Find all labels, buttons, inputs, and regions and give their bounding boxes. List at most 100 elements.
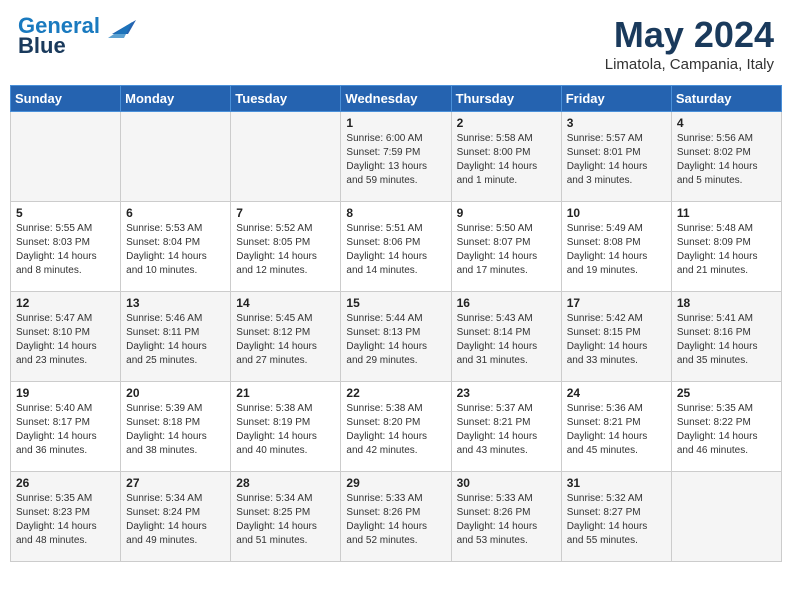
day-number: 26	[16, 476, 115, 490]
calendar-cell	[121, 112, 231, 202]
day-content: Sunrise: 5:45 AM Sunset: 8:12 PM Dayligh…	[236, 312, 335, 368]
calendar-cell: 17Sunrise: 5:42 AM Sunset: 8:15 PM Dayli…	[561, 292, 671, 382]
header-thursday: Thursday	[451, 86, 561, 112]
day-number: 17	[567, 296, 666, 310]
day-number: 4	[677, 116, 776, 130]
calendar-cell: 14 Sunrise: 5:45 AM Sunset: 8:12 PM Dayli…	[231, 292, 341, 382]
location-text: Limatola, Campania, Italy	[605, 56, 774, 73]
header-friday: Friday	[561, 86, 671, 112]
day-content: Sunrise: 5:37 AM Sunset: 8:21 PM Dayligh…	[457, 402, 556, 458]
calendar-cell: 8 Sunrise: 5:51 AM Sunset: 8:06 PM Daylig…	[341, 202, 451, 292]
day-content: Sunrise: 5:48 AM Sunset: 8:09 PM Dayligh…	[677, 222, 776, 278]
calendar-cell: 5 Sunrise: 5:55 AM Sunset: 8:03 PM Daylig…	[11, 202, 121, 292]
calendar-cell: 21 Sunrise: 5:38 AM Sunset: 8:19 PM Dayli…	[231, 382, 341, 472]
day-number: 21	[236, 386, 335, 400]
day-number: 13	[126, 296, 225, 310]
day-number: 18	[677, 296, 776, 310]
day-content: Sunrise: 5:46 AM Sunset: 8:11 PM Dayligh…	[126, 312, 225, 368]
header-monday: Monday	[121, 86, 231, 112]
logo: General Blue	[18, 14, 136, 58]
calendar-week-row: 12 Sunrise: 5:47 AM Sunset: 8:10 PM Dayli…	[11, 292, 782, 382]
day-content: Sunrise: 5:56 AM Sunset: 8:02 PM Dayligh…	[677, 132, 776, 188]
day-content: Sunrise: 5:34 AM Sunset: 8:24 PM Dayligh…	[126, 492, 225, 548]
day-content: Sunrise: 5:47 AM Sunset: 8:10 PM Dayligh…	[16, 312, 115, 368]
day-number: 15	[346, 296, 445, 310]
day-number: 20	[126, 386, 225, 400]
day-content: Sunrise: 5:33 AM Sunset: 8:26 PM Dayligh…	[457, 492, 556, 548]
day-content: Sunrise: 5:51 AM Sunset: 8:06 PM Dayligh…	[346, 222, 445, 278]
day-content: Sunrise: 5:57 AM Sunset: 8:01 PM Dayligh…	[567, 132, 666, 188]
header-wednesday: Wednesday	[341, 86, 451, 112]
day-number: 28	[236, 476, 335, 490]
day-content: Sunrise: 5:43 AM Sunset: 8:14 PM Dayligh…	[457, 312, 556, 368]
calendar-cell: 12 Sunrise: 5:47 AM Sunset: 8:10 PM Dayli…	[11, 292, 121, 382]
day-content: Sunrise: 5:44 AM Sunset: 8:13 PM Dayligh…	[346, 312, 445, 368]
calendar-cell: 3 Sunrise: 5:57 AM Sunset: 8:01 PM Daylig…	[561, 112, 671, 202]
day-content: Sunrise: 5:35 AM Sunset: 8:23 PM Dayligh…	[16, 492, 115, 548]
calendar-cell: 2 Sunrise: 5:58 AM Sunset: 8:00 PM Daylig…	[451, 112, 561, 202]
calendar-cell: 18Sunrise: 5:41 AM Sunset: 8:16 PM Dayli…	[671, 292, 781, 382]
day-number: 11	[677, 206, 776, 220]
calendar-cell: 13 Sunrise: 5:46 AM Sunset: 8:11 PM Dayli…	[121, 292, 231, 382]
day-number: 5	[16, 206, 115, 220]
calendar-cell: 25 Sunrise: 5:35 AM Sunset: 8:22 PM Dayli…	[671, 382, 781, 472]
header-saturday: Saturday	[671, 86, 781, 112]
day-content: Sunrise: 5:38 AM Sunset: 8:20 PM Dayligh…	[346, 402, 445, 458]
calendar-cell: 24 Sunrise: 5:36 AM Sunset: 8:21 PM Dayli…	[561, 382, 671, 472]
calendar-cell	[11, 112, 121, 202]
day-number: 8	[346, 206, 445, 220]
day-content: Sunrise: 5:58 AM Sunset: 8:00 PM Dayligh…	[457, 132, 556, 188]
day-content: Sunrise: 5:40 AM Sunset: 8:17 PM Dayligh…	[16, 402, 115, 458]
day-content: Sunrise: 5:52 AM Sunset: 8:05 PM Dayligh…	[236, 222, 335, 278]
calendar-cell: 4 Sunrise: 5:56 AM Sunset: 8:02 PM Daylig…	[671, 112, 781, 202]
calendar-cell: 19 Sunrise: 5:40 AM Sunset: 8:17 PM Dayli…	[11, 382, 121, 472]
day-number: 7	[236, 206, 335, 220]
calendar-cell: 28 Sunrise: 5:34 AM Sunset: 8:25 PM Dayli…	[231, 472, 341, 562]
day-number: 3	[567, 116, 666, 130]
day-number: 31	[567, 476, 666, 490]
calendar-cell: 31 Sunrise: 5:32 AM Sunset: 8:27 PM Dayli…	[561, 472, 671, 562]
header-sunday: Sunday	[11, 86, 121, 112]
calendar-cell: 30Sunrise: 5:33 AM Sunset: 8:26 PM Dayli…	[451, 472, 561, 562]
calendar-cell: 10Sunrise: 5:49 AM Sunset: 8:08 PM Dayli…	[561, 202, 671, 292]
day-content: Sunrise: 5:55 AM Sunset: 8:03 PM Dayligh…	[16, 222, 115, 278]
day-number: 9	[457, 206, 556, 220]
calendar-cell: 22 Sunrise: 5:38 AM Sunset: 8:20 PM Dayli…	[341, 382, 451, 472]
calendar-cell: 29Sunrise: 5:33 AM Sunset: 8:26 PM Dayli…	[341, 472, 451, 562]
calendar-week-row: 5 Sunrise: 5:55 AM Sunset: 8:03 PM Daylig…	[11, 202, 782, 292]
logo-wing-icon	[108, 16, 136, 38]
day-number: 27	[126, 476, 225, 490]
calendar-cell: 27 Sunrise: 5:34 AM Sunset: 8:24 PM Dayli…	[121, 472, 231, 562]
day-content: Sunrise: 5:50 AM Sunset: 8:07 PM Dayligh…	[457, 222, 556, 278]
day-number: 23	[457, 386, 556, 400]
day-number: 25	[677, 386, 776, 400]
day-content: Sunrise: 5:38 AM Sunset: 8:19 PM Dayligh…	[236, 402, 335, 458]
day-content: Sunrise: 5:34 AM Sunset: 8:25 PM Dayligh…	[236, 492, 335, 548]
calendar-week-row: 1Sunrise: 6:00 AM Sunset: 7:59 PM Daylig…	[11, 112, 782, 202]
day-number: 24	[567, 386, 666, 400]
day-number: 19	[16, 386, 115, 400]
day-number: 6	[126, 206, 225, 220]
calendar-header-row: SundayMondayTuesdayWednesdayThursdayFrid…	[11, 86, 782, 112]
day-content: Sunrise: 5:53 AM Sunset: 8:04 PM Dayligh…	[126, 222, 225, 278]
day-number: 14	[236, 296, 335, 310]
title-section: May 2024 Limatola, Campania, Italy	[605, 14, 774, 73]
calendar-cell: 23 Sunrise: 5:37 AM Sunset: 8:21 PM Dayli…	[451, 382, 561, 472]
calendar-cell: 11 Sunrise: 5:48 AM Sunset: 8:09 PM Dayli…	[671, 202, 781, 292]
calendar-cell: 26 Sunrise: 5:35 AM Sunset: 8:23 PM Dayli…	[11, 472, 121, 562]
day-content: Sunrise: 5:32 AM Sunset: 8:27 PM Dayligh…	[567, 492, 666, 548]
day-content: Sunrise: 5:35 AM Sunset: 8:22 PM Dayligh…	[677, 402, 776, 458]
day-content: Sunrise: 5:36 AM Sunset: 8:21 PM Dayligh…	[567, 402, 666, 458]
calendar-cell	[231, 112, 341, 202]
day-number: 10	[567, 206, 666, 220]
calendar-cell	[671, 472, 781, 562]
calendar-cell: 7 Sunrise: 5:52 AM Sunset: 8:05 PM Daylig…	[231, 202, 341, 292]
day-number: 2	[457, 116, 556, 130]
calendar-table: SundayMondayTuesdayWednesdayThursdayFrid…	[10, 85, 782, 562]
day-number: 12	[16, 296, 115, 310]
calendar-cell: 16 Sunrise: 5:43 AM Sunset: 8:14 PM Dayli…	[451, 292, 561, 382]
month-title: May 2024	[605, 14, 774, 56]
day-number: 1	[346, 116, 445, 130]
day-number: 22	[346, 386, 445, 400]
day-number: 16	[457, 296, 556, 310]
